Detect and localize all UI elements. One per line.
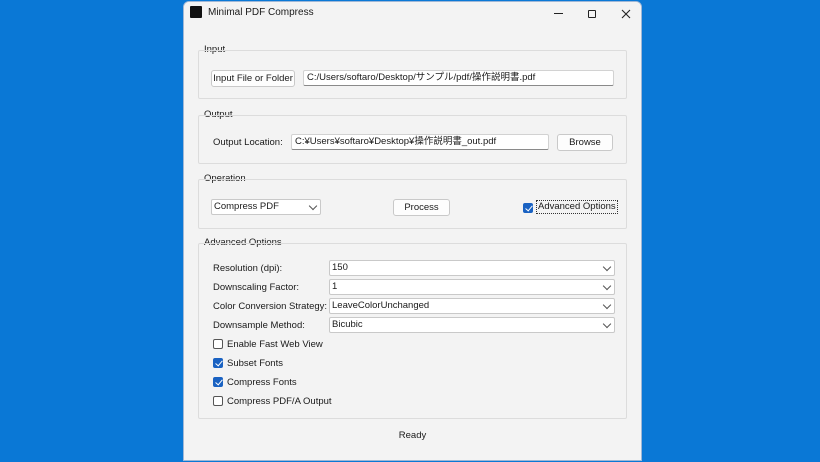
downscaling-value: 1 (332, 281, 338, 292)
chevron-down-icon (602, 319, 612, 329)
chevron-down-icon (308, 201, 318, 211)
compress-fonts-checkbox[interactable] (213, 377, 223, 387)
compress-pdfa-label[interactable]: Compress PDF/A Output (227, 396, 332, 407)
downsample-method-label: Downsample Method: (213, 320, 305, 331)
chevron-down-icon (602, 281, 612, 291)
downsample-method-select[interactable]: Bicubic (329, 317, 615, 333)
operation-selected-value: Compress PDF (214, 201, 279, 212)
color-conversion-label: Color Conversion Strategy: (213, 301, 328, 312)
compress-fonts-label[interactable]: Compress Fonts (227, 377, 297, 388)
output-location-field[interactable]: C:¥Users¥softaro¥Desktop¥操作説明書_out.pdf (291, 134, 549, 150)
app-window: Minimal PDF Compress Input Input File or… (183, 1, 642, 461)
chevron-down-icon (602, 300, 612, 310)
advanced-options-label[interactable]: Advanced Options (536, 200, 618, 214)
status-text: Ready (398, 430, 427, 441)
downscaling-label: Downscaling Factor: (213, 282, 300, 293)
color-conversion-select[interactable]: LeaveColorUnchanged (329, 298, 615, 314)
subset-fonts-label[interactable]: Subset Fonts (227, 358, 283, 369)
operation-select[interactable]: Compress PDF (211, 199, 321, 215)
fast-web-view-checkbox[interactable] (213, 339, 223, 349)
minimize-icon (553, 13, 563, 14)
input-path-field[interactable]: C:/Users/softaro/Desktop/サンプル/pdf/操作説明書.… (303, 70, 614, 86)
window-title: Minimal PDF Compress (208, 7, 314, 18)
color-conversion-value: LeaveColorUnchanged (332, 300, 430, 311)
advanced-options-checkbox[interactable] (523, 203, 533, 213)
resolution-select[interactable]: 150 (329, 260, 615, 276)
process-button[interactable]: Process (393, 199, 450, 216)
title-bar[interactable]: Minimal PDF Compress (184, 2, 641, 25)
resolution-value: 150 (332, 262, 348, 273)
resolution-label: Resolution (dpi): (213, 263, 283, 274)
downsample-method-value: Bicubic (332, 319, 363, 330)
fast-web-view-label[interactable]: Enable Fast Web View (227, 339, 323, 350)
maximize-button[interactable] (575, 2, 609, 25)
close-button[interactable] (609, 2, 641, 25)
close-icon (621, 9, 631, 18)
downscaling-select[interactable]: 1 (329, 279, 615, 295)
app-icon (190, 6, 202, 18)
output-location-label: Output Location: (213, 137, 283, 148)
input-file-button[interactable]: Input File or Folder (211, 70, 295, 87)
maximize-icon (588, 9, 596, 18)
chevron-down-icon (602, 262, 612, 272)
minimize-button[interactable] (541, 2, 575, 25)
browse-button[interactable]: Browse (557, 134, 613, 151)
compress-pdfa-checkbox[interactable] (213, 396, 223, 406)
subset-fonts-checkbox[interactable] (213, 358, 223, 368)
